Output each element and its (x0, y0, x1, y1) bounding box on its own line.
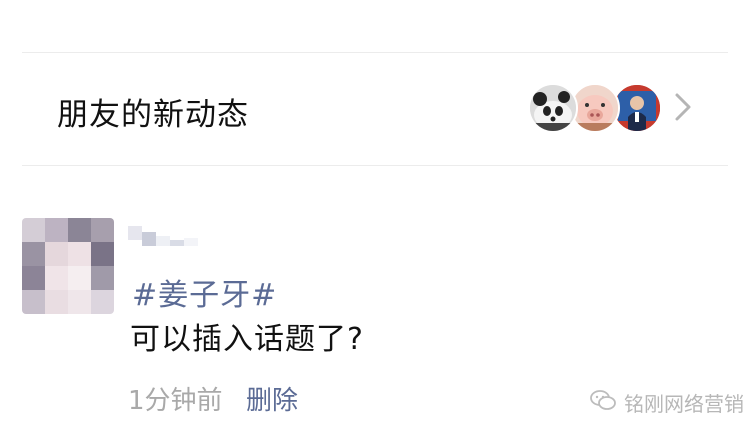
friends-updates-title: 朋友的新动态 (57, 97, 249, 133)
watermark: 铭刚网络营销 (590, 388, 744, 417)
delete-button[interactable]: 删除 (246, 380, 298, 417)
post-content: 可以插入话题了? (130, 322, 364, 357)
section-divider (22, 165, 728, 166)
chevron-right-icon[interactable] (672, 91, 694, 127)
panda-avatar (528, 83, 578, 133)
post-timestamp: 1分钟前 (128, 386, 223, 416)
topic-hashtag[interactable]: #姜子牙# (132, 270, 277, 314)
friend-avatars (528, 83, 662, 135)
post-author-name (128, 222, 212, 250)
post-author-avatar[interactable] (22, 218, 114, 314)
friends-updates-row[interactable]: 朋友的新动态 (0, 53, 750, 165)
wechat-official-account-icon (590, 389, 616, 416)
watermark-text: 铭刚网络营销 (624, 392, 744, 416)
